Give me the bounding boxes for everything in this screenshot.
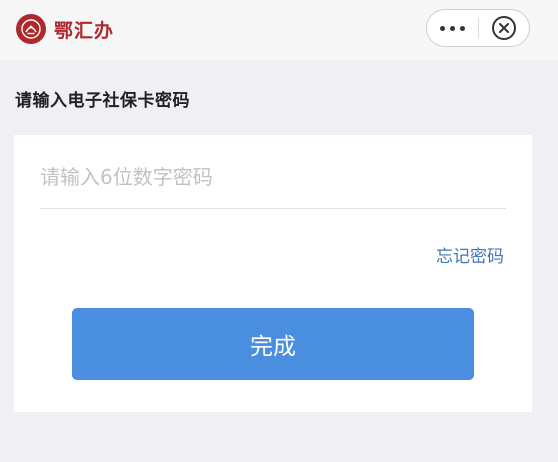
close-button[interactable] bbox=[479, 10, 529, 46]
mini-program-navbar: 鄂汇办 bbox=[0, 0, 558, 60]
capsule-menu bbox=[426, 9, 530, 47]
password-input[interactable] bbox=[40, 155, 506, 199]
section-title: 请输入电子社保卡密码 bbox=[15, 91, 190, 111]
more-dots-icon bbox=[440, 25, 465, 31]
forgot-password-link[interactable]: 忘记密码 bbox=[436, 242, 504, 267]
input-underline bbox=[40, 208, 506, 209]
password-card: 忘记密码 完成 bbox=[14, 135, 532, 412]
brand-name: 鄂汇办 bbox=[54, 19, 115, 42]
hubei-emblem-icon bbox=[16, 14, 46, 44]
page: 鄂汇办 请输入电子社保卡密码 忘记密码 完成 bbox=[0, 0, 558, 462]
more-button[interactable] bbox=[427, 10, 478, 46]
brand: 鄂汇办 bbox=[16, 12, 114, 46]
close-circle-icon bbox=[492, 16, 516, 40]
done-button[interactable]: 完成 bbox=[72, 308, 474, 380]
